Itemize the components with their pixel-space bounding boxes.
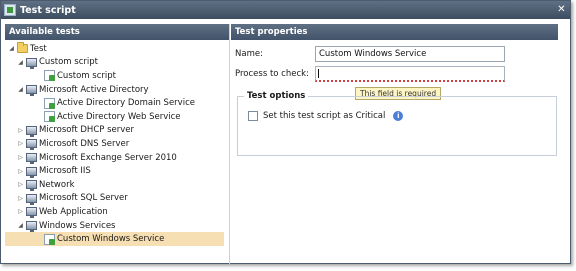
collapsed-arrow-icon[interactable]: ▷ (17, 207, 24, 216)
tree-item-label: Microsoft DHCP server (39, 125, 134, 136)
test-properties-panel: Test properties Name: Process to check: … (231, 24, 558, 264)
info-icon[interactable]: i (393, 111, 404, 121)
tree-leaf-item[interactable]: Active Directory Web Service (5, 110, 229, 124)
expanded-arrow-icon[interactable]: ◢ (8, 44, 15, 53)
critical-checkbox-label[interactable]: Set this test script as Critical (263, 111, 385, 121)
collapsed-arrow-icon[interactable]: ▷ (17, 180, 24, 189)
script-icon (44, 97, 55, 109)
test-script-window: Test script ✕ Available tests ◢ Test ◢ Cust… (0, 0, 571, 264)
server-icon (26, 166, 37, 178)
title-bar: Test script ✕ (1, 1, 570, 19)
critical-checkbox[interactable] (248, 111, 258, 121)
server-icon (26, 125, 37, 137)
expanded-arrow-icon[interactable]: ◢ (17, 85, 24, 94)
script-icon (44, 111, 55, 123)
tree-leaf-item[interactable]: Custom script (5, 69, 229, 83)
tree-item-label: Web Application (39, 206, 108, 217)
tree-item-label: Active Directory Web Service (57, 111, 181, 122)
process-label: Process to check: (235, 69, 309, 79)
close-icon[interactable]: ✕ (556, 4, 567, 15)
script-icon (44, 233, 55, 245)
tree-group-item[interactable]: ▷ Microsoft DHCP server (5, 124, 229, 138)
process-row: Process to check: (235, 66, 505, 82)
tree-group-item[interactable]: ▷ Network (5, 178, 229, 192)
window-title: Test script (20, 4, 76, 16)
expanded-arrow-icon[interactable]: ◢ (17, 221, 24, 230)
name-label: Name: (235, 49, 263, 59)
test-script-app-icon (4, 4, 16, 16)
tree-group-item[interactable]: ▷ Microsoft Exchange Server 2010 (5, 151, 229, 165)
tree-group-item[interactable]: ◢ Microsoft Active Directory (5, 83, 229, 97)
tree-group-item[interactable]: ▷ Microsoft DNS Server (5, 137, 229, 151)
name-row: Name: (235, 46, 505, 62)
server-icon (26, 221, 37, 233)
tree-item-label: Custom Windows Service (57, 234, 165, 245)
server-icon (26, 85, 37, 97)
server-icon (26, 57, 37, 69)
tree-item-label: Microsoft Exchange Server 2010 (39, 152, 177, 163)
process-to-check-input[interactable] (315, 66, 505, 82)
collapsed-arrow-icon[interactable]: ▷ (17, 139, 24, 148)
tree-leaf-item[interactable]: Custom Windows Service (5, 232, 224, 246)
tree-group-item[interactable]: ▷ Microsoft IIS (5, 164, 229, 178)
available-tests-panel: Available tests ◢ Test ◢ Custom script Custo… (5, 24, 230, 264)
test-properties-header: Test properties (231, 24, 558, 40)
collapsed-arrow-icon[interactable]: ▷ (17, 167, 24, 176)
process-input-wrap (315, 66, 505, 82)
script-icon (44, 70, 55, 82)
tests-tree: ◢ Test ◢ Custom script Custom script ◢ Microso… (5, 40, 229, 246)
text-caret (318, 69, 319, 78)
folder-icon (17, 42, 28, 54)
tree-item-label: Custom script (39, 57, 98, 68)
collapsed-arrow-icon[interactable]: ▷ (17, 153, 24, 162)
available-tests-header: Available tests (5, 24, 229, 40)
server-icon (26, 207, 37, 219)
tree-group-item[interactable]: ▷ Microsoft SQL Server (5, 192, 229, 206)
tree-item-label: Active Directory Domain Service (57, 98, 195, 109)
tree-item-label: Test (30, 43, 47, 54)
test-options-group: Test options Set this test script as Cri… (237, 91, 557, 156)
tree-item-label: Network (39, 179, 75, 190)
server-icon (26, 153, 37, 165)
tree-item-label: Microsoft IIS (39, 166, 91, 177)
tree-item-label: Microsoft DNS Server (39, 138, 130, 149)
server-icon (26, 139, 37, 151)
tree-item-label: Microsoft SQL Server (39, 193, 128, 204)
name-input[interactable] (315, 46, 505, 62)
tree-leaf-item[interactable]: Active Directory Domain Service (5, 96, 229, 110)
tree-item-label: Windows Services (39, 220, 116, 231)
collapsed-arrow-icon[interactable]: ▷ (17, 126, 24, 135)
collapsed-arrow-icon[interactable]: ▷ (17, 194, 24, 203)
tree-item-label: Microsoft Active Directory (39, 84, 149, 95)
server-icon (26, 180, 37, 192)
critical-option-row: Set this test script as Critical i (248, 111, 404, 121)
tree-group-item[interactable]: ◢ Custom script (5, 56, 229, 70)
expanded-arrow-icon[interactable]: ◢ (17, 58, 24, 67)
tree-item-label: Custom script (57, 70, 116, 81)
tree-group-item[interactable]: ◢ Windows Services (5, 219, 229, 233)
test-options-legend: Test options (244, 91, 309, 101)
server-icon (26, 193, 37, 205)
tree-root-item[interactable]: ◢ Test (5, 42, 229, 56)
tree-group-item[interactable]: ▷ Web Application (5, 205, 229, 219)
